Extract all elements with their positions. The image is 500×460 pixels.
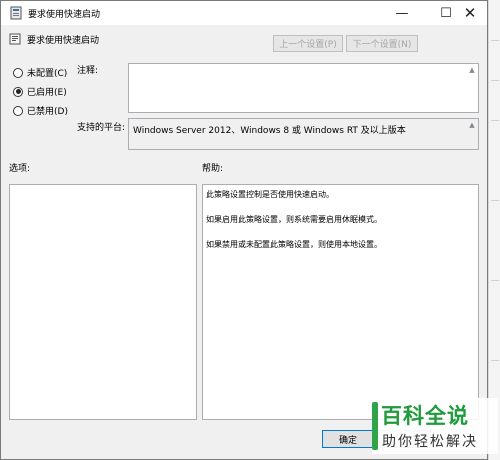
comment-field[interactable]: ▲ <box>128 63 479 113</box>
help-paragraph: 如果启用此策略设置，则系统需要启用休眠模式。 <box>206 215 382 224</box>
platform-label: 支持的平台: <box>77 123 126 133</box>
window-title: 要求使用快速启动 <box>28 10 101 20</box>
scroll-up-icon[interactable]: ▲ <box>467 120 477 130</box>
radio-label: 已禁用(D) <box>27 107 68 117</box>
help-panel: 此策略设置控制是否使用快速启动。 如果启用此策略设置，则系统需要启用休眠模式。 … <box>202 184 479 420</box>
divider <box>491 40 499 41</box>
watermark: 百科全说 助你轻松解决 <box>372 398 498 454</box>
divider <box>491 280 499 281</box>
policy-setting-icon <box>9 33 21 45</box>
platform-field: Windows Server 2012、Windows 8 或 Windows … <box>128 118 479 150</box>
options-panel <box>9 184 197 420</box>
platform-value: Windows Server 2012、Windows 8 或 Windows … <box>133 126 406 136</box>
ok-button[interactable]: 确定 <box>322 430 374 448</box>
background-window-edge <box>488 0 500 460</box>
radio-label: 未配置(C) <box>27 69 68 79</box>
radio-icon[interactable] <box>13 105 23 116</box>
help-label: 帮助: <box>202 164 224 174</box>
prev-setting-button[interactable]: 上一个设置(P) <box>273 35 343 52</box>
radio-label: 已启用(E) <box>27 88 67 98</box>
watermark-title: 百科全说 <box>381 404 469 428</box>
close-icon[interactable]: ✕ <box>453 1 487 25</box>
policy-dialog: 要求使用快速启动 — ☐ ✕ 要求使用快速启动 上一个设置(P) 下一个设置(N… <box>0 0 488 460</box>
divider <box>491 120 499 121</box>
divider <box>491 360 499 361</box>
options-label: 选项: <box>9 164 31 174</box>
minimize-icon[interactable]: — <box>385 1 419 25</box>
watermark-subtitle: 助你轻松解决 <box>382 434 478 450</box>
watermark-bar-icon <box>372 402 378 450</box>
comment-label: 注释: <box>77 66 99 76</box>
policy-name: 要求使用快速启动 <box>27 35 100 46</box>
scroll-up-icon[interactable]: ▲ <box>467 65 477 75</box>
radio-disabled[interactable]: 已禁用(D) <box>13 104 68 117</box>
divider <box>491 80 499 81</box>
help-paragraph: 如果禁用或未配置此策略设置，则使用本地设置。 <box>206 240 382 249</box>
radio-icon[interactable] <box>13 86 23 97</box>
title-bar[interactable]: 要求使用快速启动 — ☐ ✕ <box>1 1 487 25</box>
help-paragraph: 此策略设置控制是否使用快速启动。 <box>206 190 334 199</box>
policy-header: 要求使用快速启动 <box>9 31 99 47</box>
radio-enabled[interactable]: 已启用(E) <box>13 85 67 98</box>
divider <box>491 200 499 201</box>
next-setting-button[interactable]: 下一个设置(N) <box>346 35 418 52</box>
radio-icon[interactable] <box>13 67 23 78</box>
radio-not-configured[interactable]: 未配置(C) <box>13 66 67 79</box>
policy-icon <box>10 6 22 20</box>
